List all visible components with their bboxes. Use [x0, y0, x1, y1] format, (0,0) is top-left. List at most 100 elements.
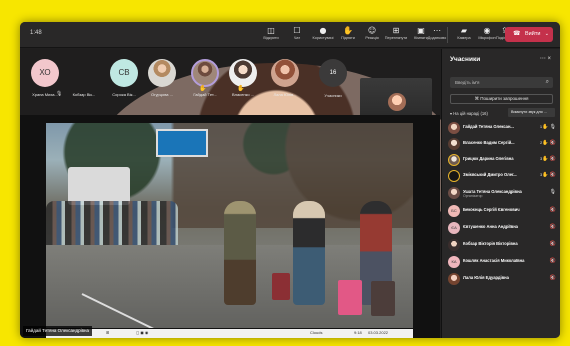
- participant-tile[interactable]: СВ Сорока Вік...: [107, 55, 141, 111]
- participant-row[interactable]: Змієвський Дмитро Олег... 3✋ 🔇: [448, 168, 556, 184]
- avatar: ХО: [31, 59, 59, 87]
- screenshot-frame: 1:48 ◫ Відкрити ☐ Чат ● Користувачі ✋ Піднят…: [0, 0, 570, 346]
- participant-row[interactable]: БС Бекоєнць Сергій Євгенович 🔇: [448, 203, 556, 219]
- avatar: [148, 59, 176, 87]
- participant-status: 3✋ 🔇: [540, 172, 556, 178]
- avatar: [191, 59, 219, 87]
- mute-all-button[interactable]: Вимкнути звук для ...: [508, 108, 555, 117]
- overflow-count: 16: [319, 59, 347, 87]
- participant-status: 1✋ 🎙: [540, 124, 556, 130]
- avatar: [448, 273, 460, 285]
- toolbar-camera-button[interactable]: ▰ Камера: [452, 25, 476, 45]
- participant-name: Сорока Вік...: [112, 92, 136, 97]
- participant-tile[interactable]: Лала Юлія...: [268, 55, 302, 111]
- panel-controls[interactable]: ⋯ ×: [540, 55, 551, 62]
- participant-tile[interactable]: ✋ Власенко ...: [226, 55, 260, 111]
- mic-off-icon: 🔇: [549, 140, 556, 146]
- mic-off-icon: 🔇: [549, 224, 556, 230]
- meeting-section-label[interactable]: ▾ На цій нараді (16): [450, 111, 488, 116]
- raised-hand-icon: ✋: [237, 86, 245, 92]
- avatar: [448, 187, 460, 199]
- participant-row[interactable]: Власенко Вадим Сергій... 2✋ 🔇: [448, 136, 556, 152]
- participant-tile[interactable]: ✋ Гайдай Тет...: [188, 55, 222, 111]
- participant-row[interactable]: Грицюк Дарина Олегівна 3✋ 🔇: [448, 152, 556, 168]
- participant-name: Лала Юлія...: [273, 92, 297, 97]
- mic-off-icon: 🎙: [56, 91, 63, 97]
- toolbar-more-button[interactable]: ⋯ Додатково: [425, 25, 449, 45]
- participant-status: 3✋ 🔇: [540, 156, 556, 162]
- shared-screen: ⊞ ◻ ◼ ◉ Clouds 9:18 03.03.2022 Гайдай Те…: [20, 115, 440, 338]
- avatar: КА: [448, 256, 460, 268]
- participants-panel: Учасники ⋯ × Введіть ім'я ⌕ ⌘ Поширити з…: [441, 49, 560, 338]
- reaction-icon: ☺: [367, 26, 377, 35]
- raised-hand-icon: ✋: [542, 156, 549, 162]
- toolbar-separator: [447, 27, 448, 43]
- participant-name: Кобзар Вік...: [72, 92, 96, 97]
- raised-hand-icon: ✋: [542, 172, 549, 178]
- avatar: [448, 239, 460, 251]
- pink-suitcase: [338, 280, 362, 315]
- meeting-timer: 1:48: [30, 30, 42, 36]
- toolbar-chat-button[interactable]: ☐ Чат: [285, 25, 309, 45]
- clock-time: 9:18: [354, 330, 362, 335]
- woman-backpack-figure: [293, 201, 325, 305]
- participant-search-input[interactable]: Введіть ім'я ⌕: [450, 77, 553, 88]
- participant-row[interactable]: ЄА Євтушенко Анна Андріївна 🔇: [448, 220, 556, 236]
- participant-tile[interactable]: Кобзар Вік...: [67, 55, 460, 268]
- participant-tile[interactable]: Огурцова ...: [145, 55, 179, 111]
- avatar: [229, 59, 257, 87]
- panel-title: Учасники: [450, 56, 481, 63]
- toolbar-view-button[interactable]: ⊞ Переглянути: [384, 25, 408, 45]
- toolbar-reaction-button[interactable]: ☺ Реакція: [360, 25, 384, 45]
- mic-off-icon: 🔇: [549, 241, 556, 247]
- more-icon[interactable]: ⋯: [540, 56, 546, 62]
- avatar: БС: [448, 205, 460, 217]
- participant-row[interactable]: Ушата Тетяна Олександрівна Організатор 🎙: [448, 185, 556, 201]
- participant-row[interactable]: Лала Юлія Едуардівна 🔇: [448, 271, 556, 287]
- participants-icon: ●: [319, 26, 327, 35]
- meeting-window: 1:48 ◫ Відкрити ☐ Чат ● Користувачі ✋ Піднят…: [20, 22, 560, 338]
- shared-photo: [46, 123, 413, 328]
- chevron-down-icon: ⌄: [544, 31, 549, 37]
- chat-icon: ☐: [293, 26, 301, 35]
- participant-row[interactable]: Кобзар Вікторія Вікторівна 🔇: [448, 237, 556, 253]
- participant-row[interactable]: Гайдай Тетяна Олексан... 1✋ 🎙: [448, 120, 556, 136]
- share-invite-button[interactable]: ⌘ Поширити запрошення: [450, 94, 553, 104]
- toolbar-people-button[interactable]: ◫ Відкрити: [259, 25, 283, 45]
- billboard: [156, 129, 208, 157]
- leave-button[interactable]: ☎ Вийти ⌄: [505, 27, 553, 42]
- raised-hand-icon: ✋: [542, 140, 549, 146]
- mic-off-icon: 🔇: [549, 207, 556, 213]
- participant-tile[interactable]: ХО Храпа Миха... 🎙: [28, 55, 62, 111]
- participant-status: 🔇: [550, 224, 556, 230]
- participant-status: 2✋ 🔇: [540, 140, 556, 146]
- close-icon[interactable]: ×: [547, 56, 551, 62]
- participant-row[interactable]: КА Кошляк Анастасія Миколаївна 🔇: [448, 254, 556, 270]
- participant-name: Гайдай Тет...: [193, 92, 217, 97]
- people-icon: ◫: [267, 26, 275, 35]
- participant-strip: ХО Храпа Миха... 🎙 Кобзар Вік... СВ Соро…: [20, 49, 460, 268]
- windows-taskbar: ⊞ ◻ ◼ ◉ Clouds 9:18 03.03.2022: [46, 329, 413, 338]
- toolbar-participants-button[interactable]: ● Користувачі: [311, 25, 335, 45]
- share-invite-icon: ⌘: [474, 96, 480, 101]
- mic-icon: 🎙: [549, 124, 556, 130]
- participant-name: Огурцова ...: [151, 92, 173, 97]
- taskbar-icons: ◻ ◼ ◉: [136, 330, 149, 335]
- participant-name: Власенко ...: [231, 92, 255, 97]
- participant-status: 🔇: [550, 275, 556, 281]
- participants-overflow-tile[interactable]: 16 Учасники: [313, 55, 353, 111]
- raised-hand-icon: ✋: [542, 124, 549, 130]
- avatar: [448, 154, 460, 166]
- mic-off-icon: 🔇: [549, 156, 556, 162]
- participant-status: 🔇: [550, 258, 556, 264]
- raised-hand-icon: ✋: [199, 86, 207, 92]
- participant-status: 🔇: [550, 241, 556, 247]
- toolbar-raise-hand-button[interactable]: ✋ Підняти: [336, 25, 360, 45]
- presenter-caption: Гайдай Тетяна Олександрівна: [23, 326, 93, 336]
- view-icon: ⊞: [392, 26, 400, 35]
- more-icon: ⋯: [433, 26, 441, 35]
- mic-icon: 🎙: [549, 189, 556, 195]
- avatar: [448, 170, 460, 182]
- start-icon: ⊞: [106, 330, 110, 335]
- soldier-figure: [224, 201, 256, 305]
